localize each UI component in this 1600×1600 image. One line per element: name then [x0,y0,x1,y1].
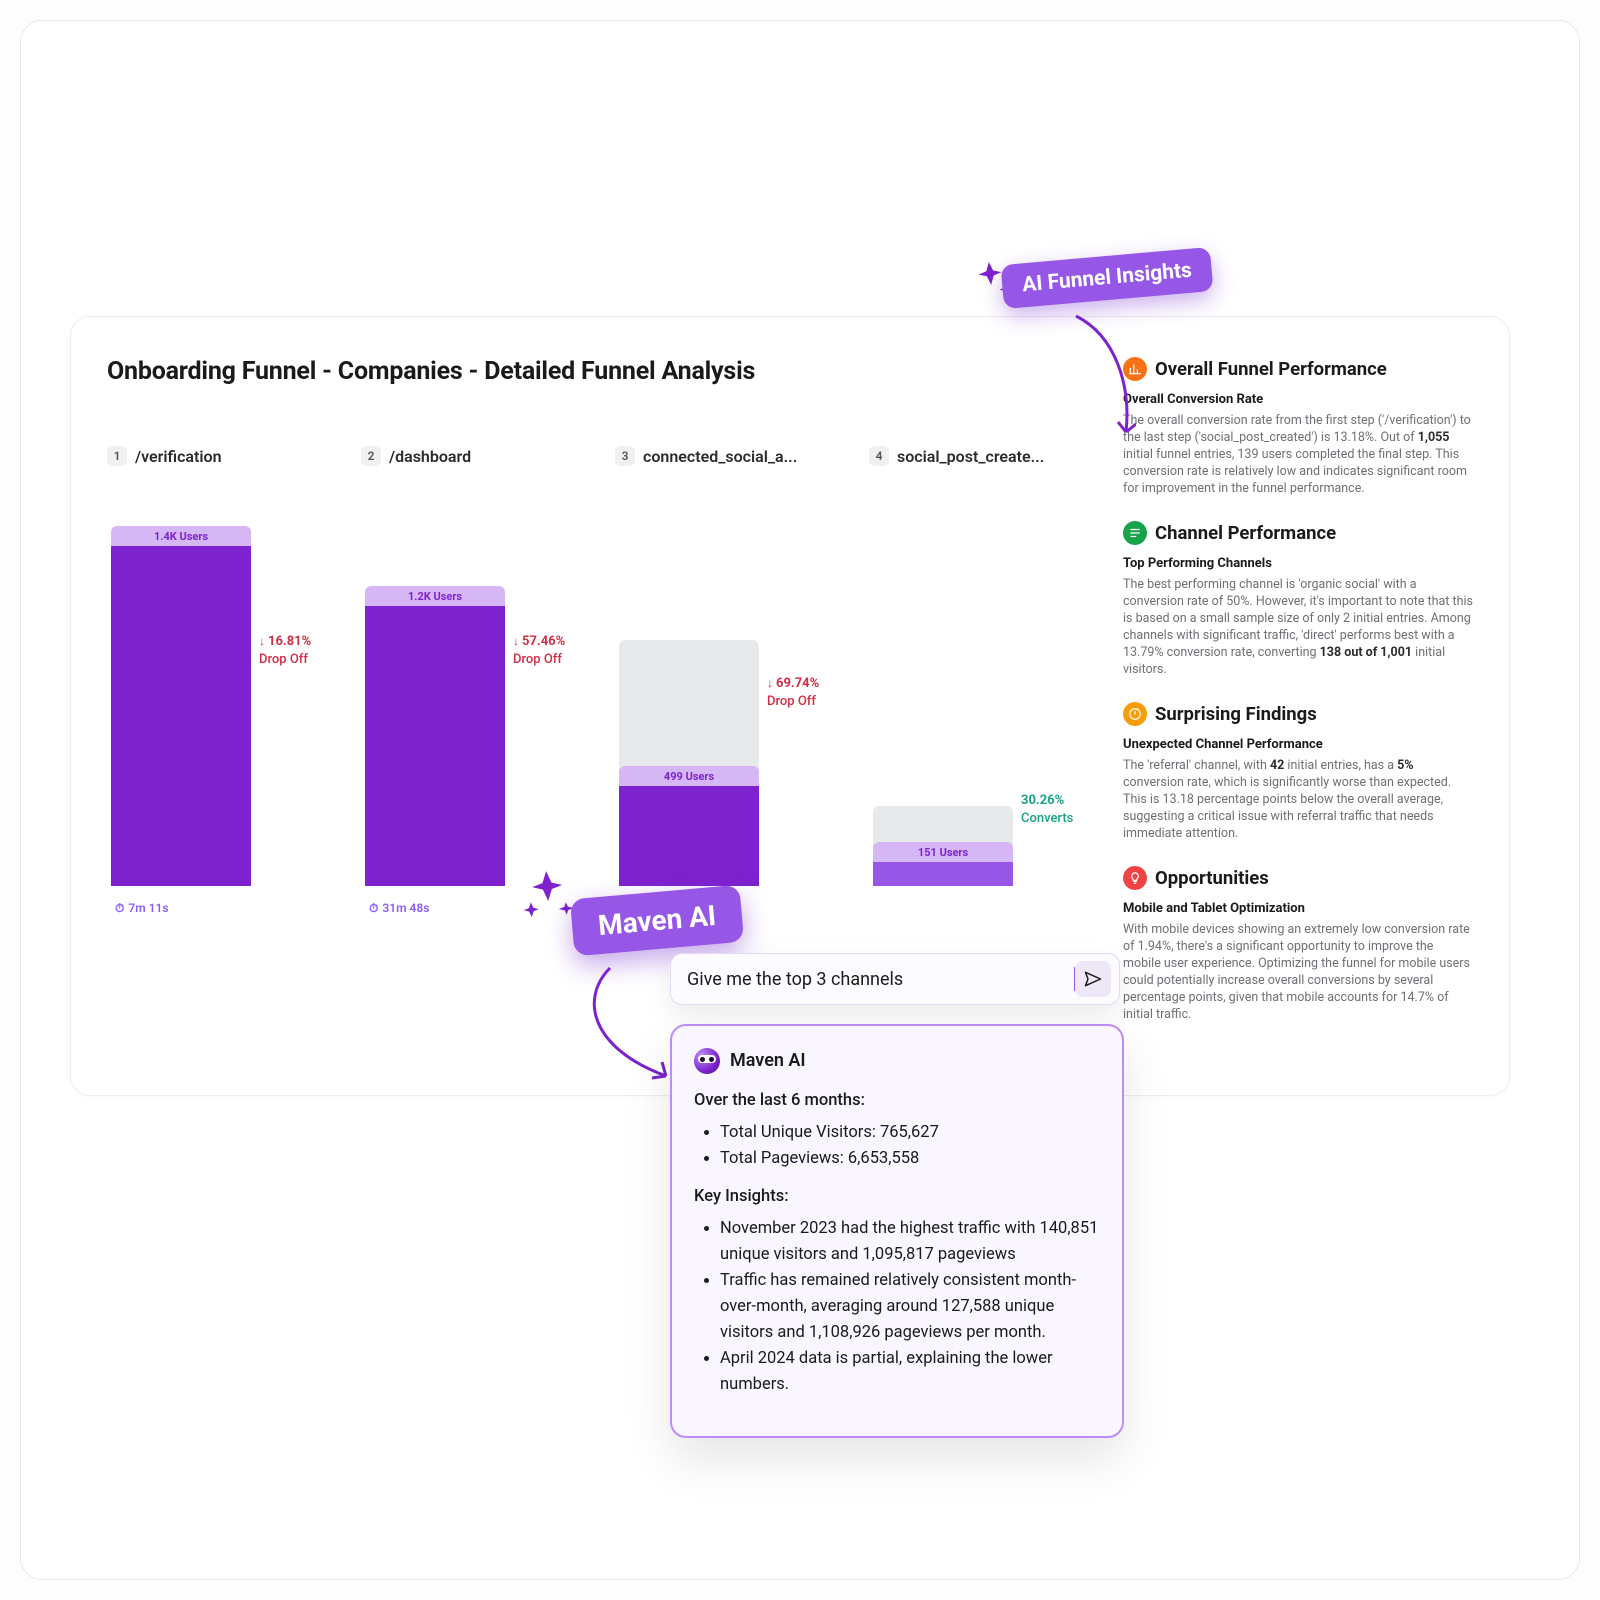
section-title: Surprising Findings [1155,706,1317,723]
section-body: With mobile devices showing an extremely… [1123,921,1473,1023]
section-subtitle: Mobile and Tablet Optimization [1123,900,1473,917]
response-author: Maven AI [730,1048,806,1074]
funnel-step: 1 /verification 1.4K Users ↓16.81% Drop … [107,446,347,886]
users-badge: 151 Users [918,846,968,859]
page-title: Onboarding Funnel - Companies - Detailed… [107,357,1109,386]
sparkle-icon [516,864,580,932]
section-title: Opportunities [1155,870,1269,887]
response-bullet: Traffic has remained relatively consiste… [720,1268,1100,1346]
clock-icon: ⏱ [115,901,124,915]
response-bullet: April 2024 data is partial, explaining t… [720,1346,1100,1398]
dropoff-label: Drop Off [513,651,565,669]
response-bullet: November 2023 had the highest traffic wi… [720,1216,1100,1268]
arrow-down-icon: ↓ [259,634,265,648]
response-bullet: Total Unique Visitors: 765,627 [720,1120,1100,1146]
step-name: /verification [135,447,222,466]
section-subtitle: Top Performing Channels [1123,555,1473,572]
users-badge: 499 Users [664,770,714,783]
section-body: The overall conversion rate from the fir… [1123,412,1473,497]
convert-pct: 30.26% [1021,792,1073,810]
section-title: Overall Funnel Performance [1155,361,1387,378]
time-to-next: 31m 48s [382,901,429,915]
send-icon [1083,969,1103,989]
dropoff-pct: 16.81% [268,634,311,649]
step-name: connected_social_a... [643,447,797,466]
section-subtitle: Overall Conversion Rate [1123,391,1473,408]
bulb-icon [1123,866,1147,890]
step-name: social_post_create... [897,447,1044,466]
send-button[interactable] [1075,961,1111,997]
time-to-next: 7m 11s [128,901,168,915]
dropoff-pct: 69.74% [776,676,819,691]
response-line: Over the last 6 months: [694,1088,1100,1114]
section-title: Channel Performance [1155,525,1336,542]
convert-label: Converts [1021,810,1073,828]
arrow-curve-icon [1036,306,1136,446]
maven-response-card: Maven AI Over the last 6 months: Total U… [670,1024,1124,1438]
section-subtitle: Unexpected Channel Performance [1123,736,1473,753]
step-number: 2 [361,446,381,466]
response-bullet: Total Pageviews: 6,653,558 [720,1146,1100,1172]
step-name: /dashboard [389,447,471,466]
dropoff-label: Drop Off [767,693,819,711]
arrow-down-icon: ↓ [767,676,773,690]
list-icon [1123,521,1147,545]
step-number: 1 [107,446,127,466]
arrow-down-icon: ↓ [513,634,519,648]
response-line: Key Insights: [694,1184,1100,1210]
users-badge: 1.2K Users [408,590,462,603]
users-badge: 1.4K Users [154,530,208,543]
prompt-input[interactable] [687,969,1074,990]
funnel-step: 3 connected_social_a... 499 Users ↓69.74… [615,446,855,886]
maven-avatar-icon [694,1048,720,1074]
prompt-bar[interactable] [670,953,1120,1005]
funnel-step: 2 /dashboard 1.2K Users ↓57.46% Drop Off… [361,446,601,886]
step-number: 4 [869,446,889,466]
clock-icon: ⏱ [369,901,378,915]
step-number: 3 [615,446,635,466]
arrow-curve-icon [570,958,680,1088]
funnel-step: 4 social_post_create... 151 Users 30.26%… [869,446,1109,886]
alert-icon [1123,702,1147,726]
section-body: The 'referral' channel, with 42 initial … [1123,757,1473,842]
dropoff-label: Drop Off [259,651,311,669]
section-body: The best performing channel is 'organic … [1123,576,1473,678]
dropoff-pct: 57.46% [522,634,565,649]
